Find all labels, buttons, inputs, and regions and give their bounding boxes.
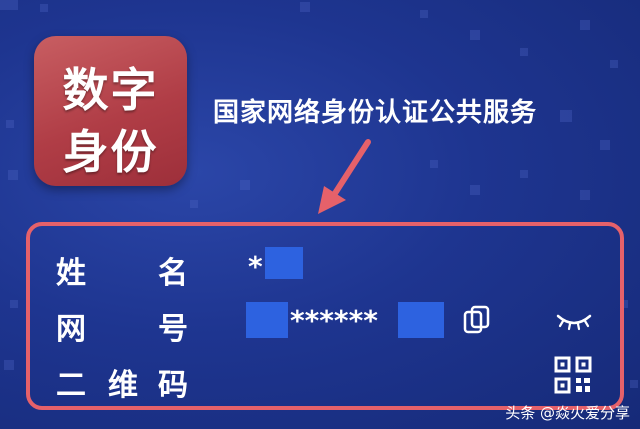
arrow-icon xyxy=(318,139,371,214)
eye-closed-icon[interactable] xyxy=(554,310,594,332)
id-redaction-mask-left xyxy=(246,302,288,338)
qr-code-icon[interactable] xyxy=(554,356,592,394)
app-icon-line-1: 数字 xyxy=(62,63,159,117)
name-label-char-1: 姓 xyxy=(56,256,86,291)
qr-label-char-3: 码 xyxy=(158,368,188,403)
id-redaction-mask-right xyxy=(398,302,444,338)
service-title: 国家网络身份认证公共服务 xyxy=(213,98,538,128)
digital-identity-app-icon[interactable]: 数字 身份 xyxy=(34,36,187,186)
id-label-char-2: 号 xyxy=(158,312,188,347)
name-label-char-2: 名 xyxy=(158,256,188,291)
id-value-masked: ****** xyxy=(290,304,378,337)
name-redaction-mask xyxy=(265,247,303,279)
watermark: 头条 @焱火爱分享 xyxy=(505,404,630,422)
id-label-char-1: 网 xyxy=(56,312,86,347)
qr-label-char-1: 二 xyxy=(56,368,86,403)
qr-label-char-2: 维 xyxy=(108,368,138,403)
copy-icon[interactable] xyxy=(462,304,492,336)
app-icon-line-2: 身份 xyxy=(62,125,159,179)
name-value-prefix: * xyxy=(248,250,263,283)
